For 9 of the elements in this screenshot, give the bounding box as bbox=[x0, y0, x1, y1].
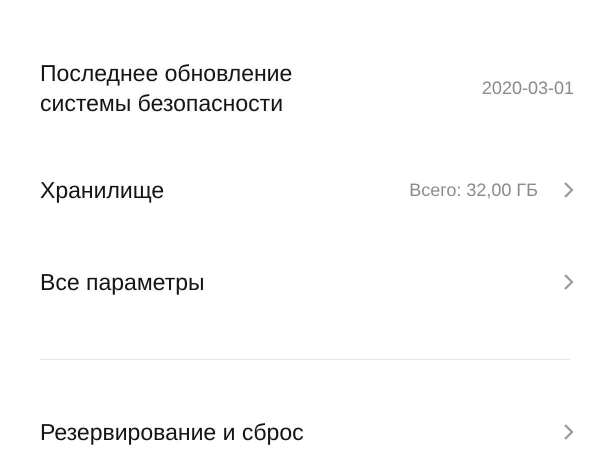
setting-value: Всего: 32,00 ГБ bbox=[409, 180, 538, 200]
setting-title: Хранилище bbox=[40, 176, 164, 205]
setting-value: 2020-03-01 bbox=[482, 78, 574, 98]
chevron-icon[interactable] bbox=[562, 181, 574, 199]
setting-title: Последнее обновление системы безопасности bbox=[40, 59, 294, 118]
setting-title: Резервирование и сброс bbox=[40, 418, 304, 447]
chevron-icon[interactable] bbox=[562, 273, 574, 291]
chevron-icon[interactable] bbox=[562, 423, 574, 441]
setting-title: Все параметры bbox=[40, 268, 205, 297]
